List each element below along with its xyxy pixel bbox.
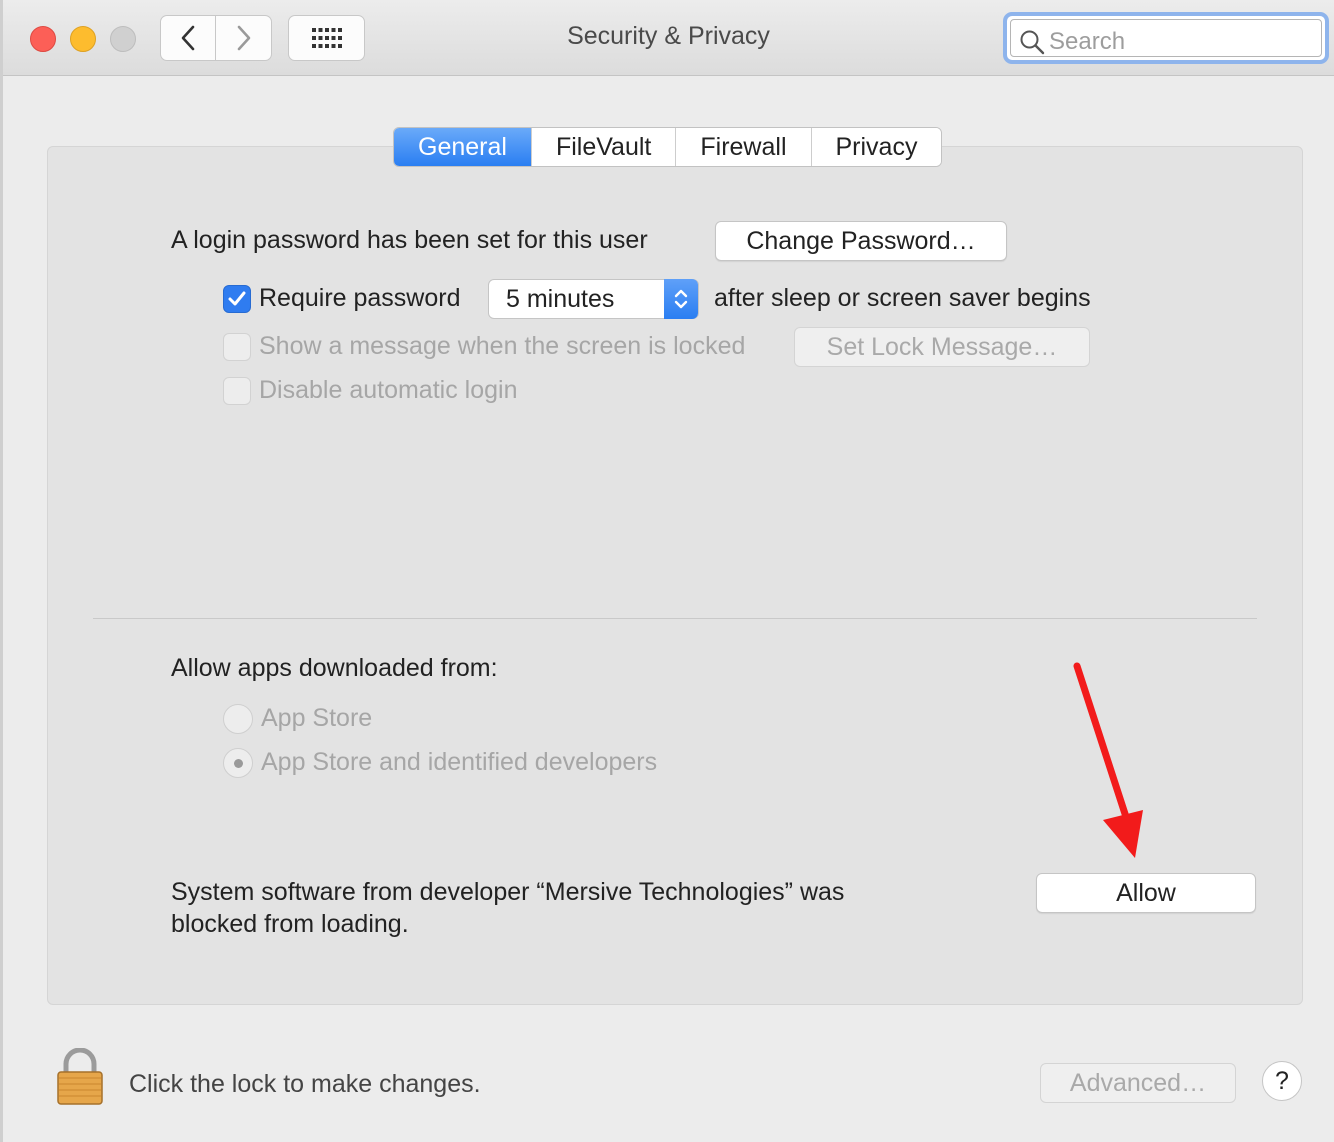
lock-button[interactable] (55, 1047, 105, 1111)
require-password-checkbox[interactable] (223, 285, 251, 313)
blocked-message-line1: System software from developer “Mersive … (171, 878, 845, 906)
login-password-text: A login password has been set for this u… (171, 226, 648, 254)
checkmark-icon (228, 291, 246, 306)
require-password-delay-value: 5 minutes (506, 285, 615, 313)
disable-auto-login-label: Disable automatic login (259, 376, 518, 404)
tab-privacy[interactable]: Privacy (810, 128, 942, 166)
tab-filevault[interactable]: FileVault (530, 128, 676, 166)
require-password-delay-select[interactable]: 5 minutes (488, 279, 699, 319)
search-icon (1020, 30, 1045, 55)
after-sleep-text: after sleep or screen saver begins (714, 284, 1091, 312)
title-bar: Security & Privacy Search (3, 0, 1334, 76)
advanced-button[interactable]: Advanced… (1040, 1063, 1236, 1103)
help-button[interactable]: ? (1262, 1061, 1302, 1101)
app-store-radio[interactable] (223, 704, 253, 734)
allow-apps-heading: Allow apps downloaded from: (171, 654, 498, 682)
show-message-checkbox[interactable] (223, 333, 251, 361)
allow-button[interactable]: Allow (1036, 873, 1256, 913)
blocked-message-line2: blocked from loading. (171, 910, 409, 938)
tab-bar: General FileVault Firewall Privacy (393, 127, 943, 167)
search-input[interactable]: Search (1010, 19, 1322, 57)
require-password-label: Require password (259, 284, 461, 312)
set-lock-message-button[interactable]: Set Lock Message… (794, 327, 1090, 367)
search-placeholder: Search (1049, 28, 1126, 55)
lock-text: Click the lock to make changes. (129, 1070, 481, 1098)
preferences-window: Security & Privacy Search General FileVa… (0, 0, 1334, 1142)
section-divider (93, 618, 1257, 619)
disable-auto-login-checkbox[interactable] (223, 377, 251, 405)
show-message-label: Show a message when the screen is locked (259, 332, 746, 360)
padlock-icon (57, 1047, 103, 1105)
app-store-label: App Store (261, 704, 373, 732)
change-password-button[interactable]: Change Password… (715, 221, 1007, 261)
radio-selected-dot (234, 759, 243, 768)
tab-general[interactable]: General (394, 128, 531, 166)
identified-developers-radio[interactable] (223, 748, 253, 778)
identified-developers-label: App Store and identified developers (261, 748, 658, 776)
search-field[interactable]: Search (1003, 12, 1329, 64)
tab-firewall[interactable]: Firewall (675, 128, 811, 166)
stepper-arrows-icon (664, 279, 698, 319)
annotation-arrow (1073, 662, 1143, 858)
